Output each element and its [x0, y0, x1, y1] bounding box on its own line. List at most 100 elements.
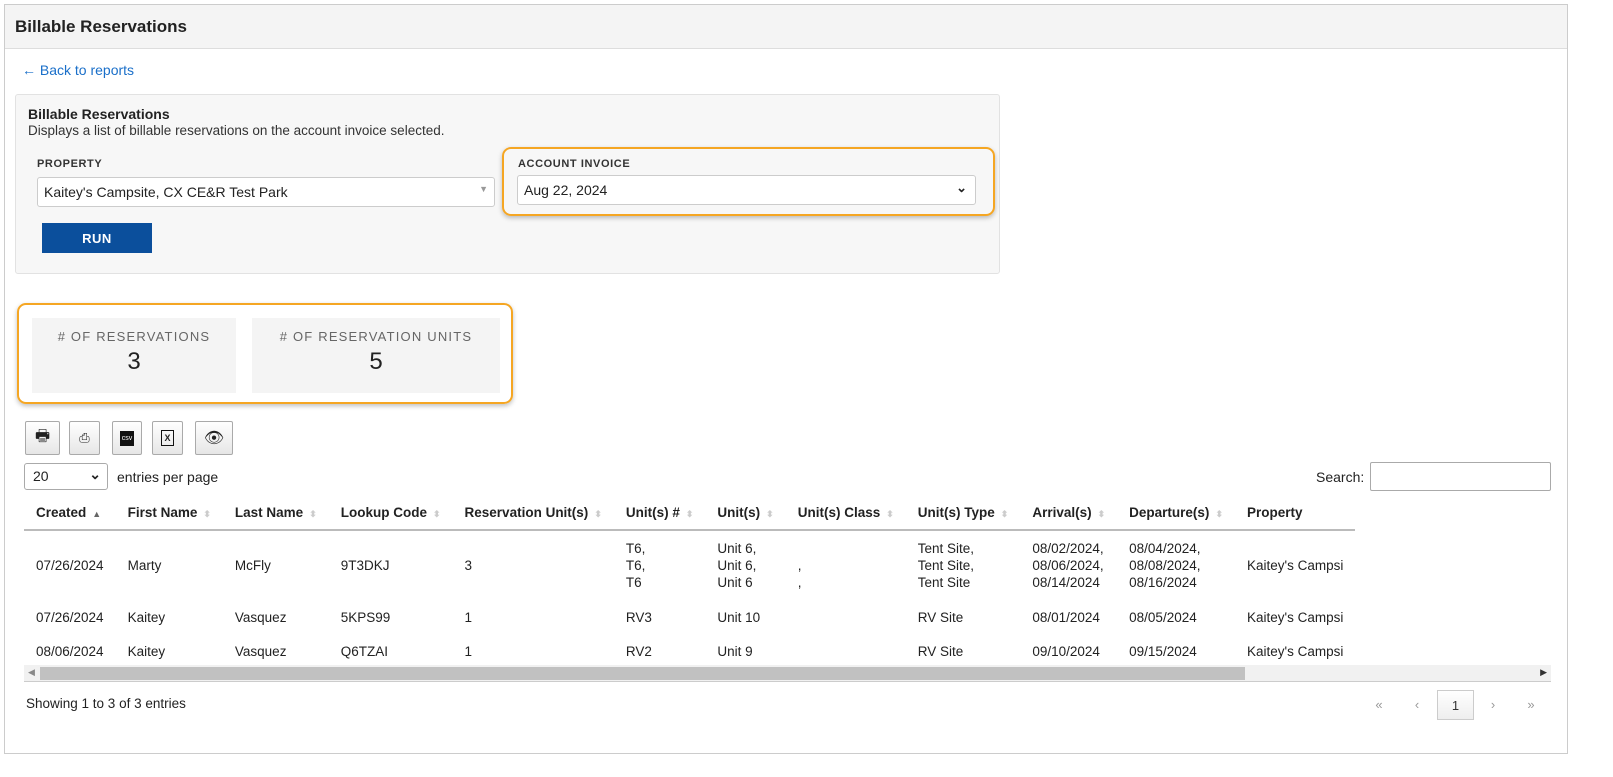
- table-row: 08/06/2024 Kaitey Vasquez Q6TZAI 1 RV2 Unit 9 R…: [24, 634, 1355, 664]
- table-cell: 08/06/2024: [36, 643, 104, 659]
- table-cell: , ,: [797, 558, 802, 590]
- entries-per-page-select[interactable]: 20 ⌄: [24, 463, 108, 490]
- table-cell: Tent Site, Tent Site, Tent Site: [917, 541, 975, 590]
- property-value: Kaitey's Campsite, CX CE&R Test Park: [44, 184, 288, 200]
- table-cell: Vasquez: [234, 643, 287, 659]
- reservations-table: Created ▲ First Name ⬍ Last Name ⬍ Lookup Code…: [24, 496, 1356, 664]
- sort-icon: ⬍: [1000, 509, 1009, 519]
- table-cell: 9T3DKJ: [340, 558, 390, 573]
- column-header[interactable]: Unit(s) # ⬍: [613, 496, 706, 531]
- table-cell: RV3: [625, 609, 652, 625]
- table-cell: Unit 9: [717, 643, 753, 659]
- table-cell: 07/26/2024: [36, 609, 104, 625]
- table-cell: 08/05/2024: [1129, 609, 1197, 625]
- table-cell: RV Site: [917, 609, 964, 625]
- scroll-left-icon[interactable]: ◀: [28, 667, 35, 678]
- print-icon: 🖶: [34, 427, 51, 445]
- column-header[interactable]: Last Name ⬍: [222, 496, 329, 531]
- sort-icon: ⬍: [1215, 509, 1223, 519]
- table-cell: 08/02/2024, 08/06/2024, 08/14/2024: [1032, 541, 1104, 590]
- sort-icon: ⬍: [594, 509, 602, 519]
- column-header-label: First Name: [127, 505, 198, 520]
- column-header[interactable]: Created ▲: [24, 496, 116, 531]
- table-cell: 1: [464, 609, 473, 625]
- table-row: 07/26/2024 Kaitey Vasquez 5KPS99 1 RV3 Unit 10…: [24, 600, 1355, 634]
- first-page-button[interactable]: «: [1364, 690, 1394, 720]
- table-cell: Q6TZAI: [340, 643, 388, 659]
- sort-icon: ⬍: [886, 509, 894, 519]
- column-header-label: Unit(s) Class: [797, 505, 881, 520]
- column-header[interactable]: Reservation Unit(s) ⬍: [452, 496, 614, 531]
- page-1-button[interactable]: 1: [1437, 690, 1474, 720]
- column-header-label: Arrival(s): [1032, 505, 1092, 520]
- column-header[interactable]: Arrival(s) ⬍: [1020, 496, 1118, 531]
- search-input[interactable]: [1370, 462, 1551, 491]
- back-to-reports-link[interactable]: ← Back to reports: [22, 62, 134, 78]
- horizontal-scrollbar[interactable]: ◀ ▶: [24, 665, 1551, 682]
- table-cell: RV2: [625, 643, 652, 659]
- table-cell: Marty: [127, 558, 162, 573]
- showing-entries: Showing 1 to 3 of 3 entries: [26, 696, 186, 711]
- column-header-label: Unit(s) Type: [917, 505, 995, 520]
- next-page-button[interactable]: ›: [1478, 690, 1508, 720]
- table-cell: Kaitey: [127, 609, 166, 625]
- table-cell: Kaitey's Campsi: [1246, 643, 1344, 659]
- column-header-label: Property: [1246, 505, 1303, 520]
- column-header[interactable]: Unit(s) Type ⬍: [905, 496, 1021, 531]
- table-cell: Kaitey: [127, 643, 166, 659]
- column-header-label: Unit(s) #: [625, 505, 680, 520]
- excel-icon: X: [161, 430, 174, 446]
- sort-icon: ⬍: [685, 509, 694, 519]
- sort-icon: ⬍: [1097, 509, 1106, 519]
- column-header[interactable]: Property: [1234, 496, 1356, 531]
- scrollbar-thumb[interactable]: [40, 667, 1245, 680]
- table-cell: 1: [464, 643, 473, 659]
- pdf-button[interactable]: ⎙: [69, 421, 100, 455]
- column-header-label: Departure(s): [1129, 505, 1210, 520]
- column-header[interactable]: Unit(s) ⬍: [705, 496, 786, 531]
- column-header[interactable]: Unit(s) Class ⬍: [785, 496, 906, 531]
- last-page-button[interactable]: »: [1516, 690, 1546, 720]
- csv-icon: csv: [119, 430, 135, 446]
- table-cell: Kaitey's Campsi: [1246, 609, 1344, 625]
- table-cell: RV Site: [917, 643, 964, 659]
- sort-icon: ▲: [92, 509, 102, 519]
- property-select[interactable]: Kaitey's Campsite, CX CE&R Test Park ▼: [37, 177, 495, 207]
- column-header[interactable]: First Name ⬍: [115, 496, 223, 531]
- column-header-label: Last Name: [234, 505, 304, 520]
- scroll-right-icon[interactable]: ▶: [1540, 667, 1547, 678]
- table-cell: 3: [464, 558, 473, 573]
- column-header[interactable]: Departure(s) ⬍: [1117, 496, 1235, 531]
- table-cell: Kaitey's Campsi: [1246, 558, 1344, 573]
- page-title: Billable Reservations: [5, 5, 1567, 49]
- report-title: Billable Reservations: [28, 106, 170, 122]
- sort-icon: ⬍: [766, 509, 774, 519]
- report-description: Displays a list of billable reservations…: [28, 123, 445, 138]
- previous-page-button[interactable]: ‹: [1402, 690, 1432, 720]
- table-cell: 5KPS99: [340, 609, 391, 625]
- column-header-label: Unit(s): [717, 505, 761, 520]
- column-header-label: Lookup Code: [340, 505, 427, 520]
- table-row: 07/26/2024 Marty McFly 9T3DKJ 3 T6, T6, T6 Uni…: [24, 530, 1355, 600]
- table-container: Created ▲ First Name ⬍ Last Name ⬍ Lookup Code…: [24, 496, 1551, 664]
- csv-button[interactable]: csv: [112, 421, 142, 455]
- table-cell: 09/10/2024: [1032, 643, 1100, 659]
- invoice-highlight: [502, 147, 995, 216]
- column-header[interactable]: Lookup Code ⬍: [328, 496, 453, 531]
- sort-icon: ⬍: [432, 509, 441, 519]
- table-cell: Unit 6, Unit 6, Unit 6: [717, 541, 757, 590]
- eye-icon: 👁: [203, 430, 225, 447]
- entries-label: entries per page: [117, 469, 219, 485]
- entries-value: 20: [33, 468, 49, 484]
- sort-icon: ⬍: [203, 509, 211, 519]
- column-visibility-button[interactable]: 👁: [195, 421, 233, 455]
- print-button[interactable]: 🖶: [25, 421, 60, 455]
- column-header-label: Created: [36, 505, 87, 520]
- run-button[interactable]: RUN: [42, 223, 152, 253]
- excel-button[interactable]: X: [152, 421, 183, 455]
- table-cell: 08/01/2024: [1032, 609, 1100, 625]
- table-cell: [786, 634, 906, 664]
- sort-icon: ⬍: [309, 509, 317, 519]
- property-label: PROPERTY: [37, 158, 103, 170]
- table-cell: 08/04/2024, 08/08/2024, 08/16/2024: [1129, 541, 1201, 590]
